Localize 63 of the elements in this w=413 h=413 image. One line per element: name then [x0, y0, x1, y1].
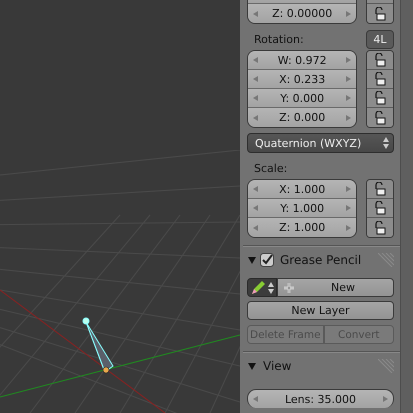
number-field[interactable]: W: 0.972: [248, 51, 356, 70]
number-field[interactable]: Z: 1.000: [248, 218, 356, 237]
pencil-icon: [250, 280, 266, 296]
drag-handle-icon[interactable]: [378, 359, 394, 373]
expand-triangle-icon[interactable]: [247, 255, 257, 265]
drag-handle-icon[interactable]: [378, 253, 394, 267]
padlock-icon: [373, 182, 388, 196]
panel-title: Grease Pencil: [280, 253, 362, 267]
padlock-icon: [373, 220, 388, 234]
arrow-right-icon[interactable]: [346, 95, 352, 101]
number-field[interactable]: Y: 1.000: [248, 199, 356, 218]
number-field[interactable]: Y: 0.000: [248, 89, 356, 108]
camera-drawing: [80, 315, 115, 375]
lock-toggle[interactable]: [367, 4, 393, 23]
number-field[interactable]: X: 0.233: [248, 70, 356, 89]
padlock-icon: [373, 110, 388, 124]
arrow-left-icon[interactable]: [253, 76, 258, 82]
rotation-mode-button[interactable]: 4L: [366, 30, 394, 48]
arrow-left-icon[interactable]: [253, 57, 258, 63]
lock-toggle[interactable]: [367, 180, 393, 199]
arrow-right-icon[interactable]: [346, 57, 352, 63]
lock-toggle[interactable]: [367, 218, 393, 237]
arrow-left-icon[interactable]: [253, 114, 258, 120]
padlock-icon: [373, 53, 388, 67]
number-field[interactable]: Z: 0.000: [248, 108, 356, 127]
padlock-icon: [373, 91, 388, 105]
arrow-left-icon[interactable]: [253, 10, 258, 16]
plus-icon: [283, 282, 295, 294]
number-field[interactable]: Z: 0.00000: [248, 4, 356, 23]
arrow-right-icon[interactable]: [382, 396, 388, 402]
arrow-left-icon[interactable]: [253, 396, 258, 402]
scrollbar[interactable]: [400, 0, 413, 413]
arrow-right-icon[interactable]: [346, 205, 352, 211]
lock-toggle[interactable]: [367, 108, 393, 127]
up-down-arrows-icon: [268, 282, 274, 294]
arrow-left-icon[interactable]: [253, 95, 258, 101]
up-down-arrows-icon: [383, 137, 389, 149]
new-layer-button[interactable]: New Layer: [247, 301, 394, 320]
lock-toggle[interactable]: [367, 70, 393, 89]
arrow-left-icon[interactable]: [253, 186, 258, 192]
arrow-left-icon[interactable]: [253, 205, 258, 211]
layer-selector[interactable]: [247, 278, 277, 297]
arrow-right-icon[interactable]: [346, 10, 352, 16]
lock-toggle[interactable]: [367, 51, 393, 70]
padlock-icon: [373, 201, 388, 215]
padlock-icon: [373, 72, 388, 86]
new-button[interactable]: New: [277, 278, 394, 297]
padlock-icon: [373, 6, 388, 20]
lock-toggle[interactable]: [367, 199, 393, 218]
arrow-right-icon[interactable]: [346, 224, 352, 230]
arrow-left-icon[interactable]: [253, 224, 258, 230]
lens-field[interactable]: Lens: 35.000: [247, 389, 394, 408]
arrow-right-icon[interactable]: [346, 186, 352, 192]
expand-triangle-icon[interactable]: [247, 361, 257, 371]
panel-title: View: [263, 359, 292, 373]
arrow-right-icon[interactable]: [346, 76, 352, 82]
rotation-mode-dropdown[interactable]: Quaternion (WXYZ): [247, 133, 394, 153]
checkbox[interactable]: [260, 253, 274, 267]
scale-label: Scale:: [253, 162, 288, 174]
rotation-label: Rotation:: [253, 32, 304, 46]
arrow-right-icon[interactable]: [346, 114, 352, 120]
lock-toggle[interactable]: [367, 89, 393, 108]
number-field[interactable]: X: 1.000: [248, 180, 356, 199]
